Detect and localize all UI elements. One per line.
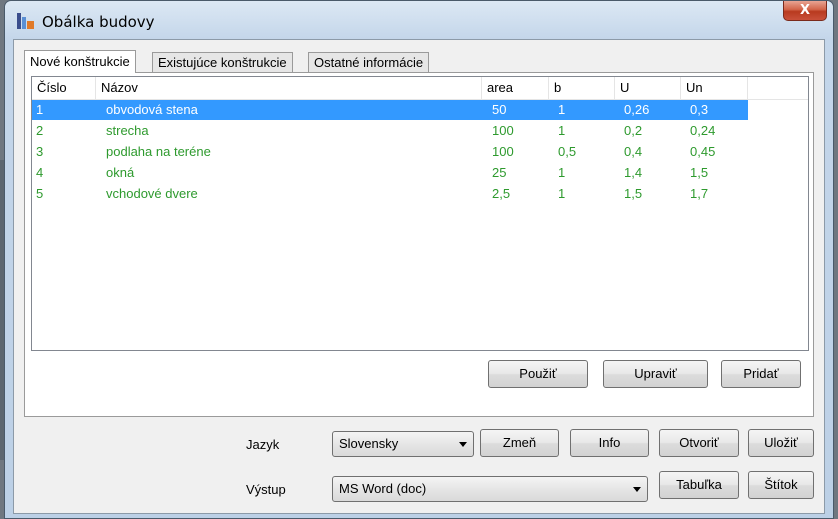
vystup-label: Výstup	[246, 482, 286, 497]
close-button[interactable]: X	[783, 1, 827, 21]
cell-u: 1,4	[624, 165, 643, 180]
cell-cislo: 4	[36, 165, 44, 180]
cell-un: 0,24	[690, 123, 716, 138]
cell-nazov: podlaha na teréne	[106, 144, 211, 159]
jazyk-value: Slovensky	[339, 436, 399, 451]
column-header-u[interactable]: U	[615, 77, 681, 99]
vystup-value: MS Word (doc)	[339, 481, 427, 496]
jazyk-label: Jazyk	[246, 437, 280, 452]
upravit-button[interactable]: Upraviť	[603, 360, 708, 388]
cell-nazov: strecha	[106, 123, 149, 138]
tabulka-button[interactable]: Tabuľka	[659, 471, 739, 499]
tab-nove-konstrukcie[interactable]: Nové konštrukcie	[24, 50, 136, 73]
cell-area: 100	[492, 144, 514, 159]
cell-area: 2,5	[492, 186, 511, 201]
client-area: Nové konštrukcie Existujúce konštrukcie …	[13, 39, 825, 514]
cell-nazov: okná	[106, 165, 135, 180]
table-row[interactable]: 5 vchodové dvere 2,5 1 1,5 1,7	[32, 184, 748, 204]
cell-b: 1	[558, 165, 566, 180]
cell-u: 0,4	[624, 144, 643, 159]
stitok-button[interactable]: Štítok	[748, 471, 814, 499]
app-window: Obálka budovy X Nové konštrukcie Existuj…	[4, 0, 834, 519]
column-header-nazov[interactable]: Názov	[96, 77, 482, 99]
column-header-b[interactable]: b	[549, 77, 615, 99]
cell-un: 1,5	[690, 165, 709, 180]
pridat-button[interactable]: Pridať	[721, 360, 801, 388]
list-header: Číslo Názov area b U Un	[32, 77, 808, 100]
cell-b: 1	[558, 102, 566, 117]
title-bar[interactable]: Obálka budovy X	[5, 1, 833, 39]
zmen-button[interactable]: Zmeň	[480, 429, 559, 457]
chevron-down-icon	[633, 487, 641, 492]
table-row[interactable]: 1 obvodová stena 50 1 0,26 0,3	[32, 100, 748, 120]
cell-area: 50	[492, 102, 507, 117]
table-row[interactable]: 4 okná 25 1 1,4 1,5	[32, 163, 748, 183]
cell-u: 0,2	[624, 123, 643, 138]
cell-nazov: obvodová stena	[106, 102, 198, 117]
cell-un: 0,3	[690, 102, 709, 117]
column-header-cislo[interactable]: Číslo	[32, 77, 96, 99]
constructions-list[interactable]: Číslo Názov area b U Un 1 obvodová stena…	[31, 76, 809, 351]
jazyk-select[interactable]: Slovensky	[332, 431, 474, 457]
column-header-un[interactable]: Un	[681, 77, 748, 99]
vystup-select[interactable]: MS Word (doc)	[332, 476, 648, 502]
window-title: Obálka budovy	[42, 13, 155, 31]
cell-u: 0,26	[624, 102, 650, 117]
cell-un: 1,7	[690, 186, 709, 201]
cell-area: 100	[492, 123, 514, 138]
cell-cislo: 1	[36, 102, 44, 117]
cell-b: 0,5	[558, 144, 577, 159]
cell-cislo: 5	[36, 186, 44, 201]
info-button[interactable]: Info	[570, 429, 649, 457]
cell-cislo: 3	[36, 144, 44, 159]
cell-un: 0,45	[690, 144, 716, 159]
close-icon: X	[799, 3, 811, 18]
column-header-area[interactable]: area	[482, 77, 549, 99]
cell-u: 1,5	[624, 186, 643, 201]
pouzit-button[interactable]: Použiť	[488, 360, 588, 388]
cell-nazov: vchodové dvere	[106, 186, 198, 201]
table-row[interactable]: 2 strecha 100 1 0,2 0,24	[32, 121, 748, 141]
chevron-down-icon	[459, 442, 467, 447]
cell-cislo: 2	[36, 123, 44, 138]
cell-b: 1	[558, 123, 566, 138]
bar-chart-app-icon	[17, 13, 35, 29]
otvorit-button[interactable]: Otvoriť	[659, 429, 739, 457]
cell-b: 1	[558, 186, 566, 201]
tab-existujuce-konstrukcie[interactable]: Existujúce konštrukcie	[152, 52, 293, 72]
tab-ostatne-informacie[interactable]: Ostatné informácie	[308, 52, 430, 72]
table-row[interactable]: 3 podlaha na teréne 100 0,5 0,4 0,45	[32, 142, 748, 162]
cell-area: 25	[492, 165, 507, 180]
tab-panel: Číslo Názov area b U Un 1 obvodová stena…	[24, 72, 814, 417]
ulozit-button[interactable]: Uložiť	[748, 429, 814, 457]
